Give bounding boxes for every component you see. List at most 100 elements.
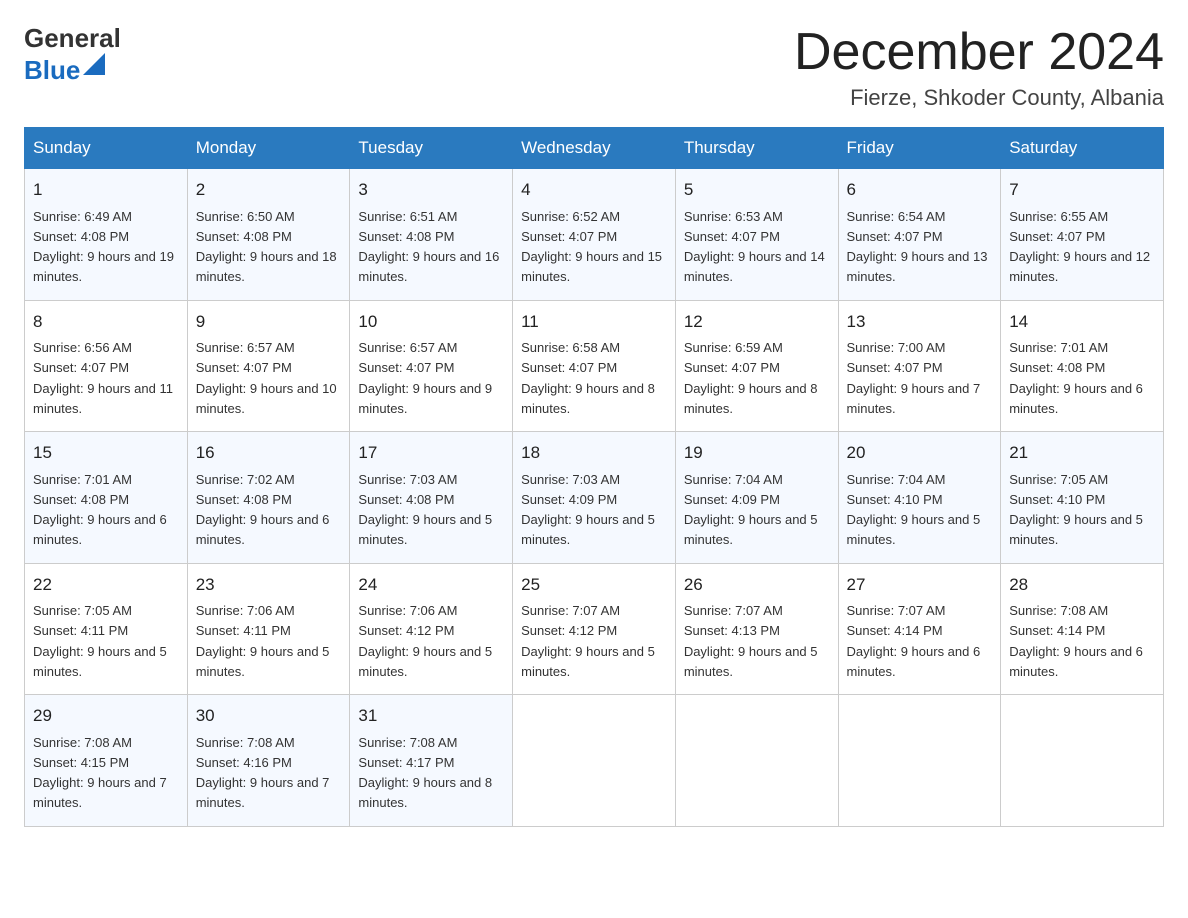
day-number: 5 [684, 177, 830, 203]
calendar-cell: 2Sunrise: 6:50 AMSunset: 4:08 PMDaylight… [187, 169, 350, 301]
day-number: 15 [33, 440, 179, 466]
calendar-cell: 31Sunrise: 7:08 AMSunset: 4:17 PMDayligh… [350, 695, 513, 827]
day-number: 9 [196, 309, 342, 335]
day-number: 3 [358, 177, 504, 203]
day-info: Sunrise: 7:05 AMSunset: 4:10 PMDaylight:… [1009, 472, 1143, 548]
day-number: 17 [358, 440, 504, 466]
day-number: 26 [684, 572, 830, 598]
day-info: Sunrise: 7:08 AMSunset: 4:17 PMDaylight:… [358, 735, 492, 811]
calendar-cell: 27Sunrise: 7:07 AMSunset: 4:14 PMDayligh… [838, 563, 1001, 695]
calendar-cell: 13 Sunrise: 7:00 AMSunset: 4:07 PMDayligh… [838, 300, 1001, 432]
logo-text: General Blue [24, 24, 121, 84]
calendar-cell [513, 695, 676, 827]
day-number: 16 [196, 440, 342, 466]
day-info: Sunrise: 7:01 AMSunset: 4:08 PMDaylight:… [33, 472, 167, 548]
weekday-header-sunday: Sunday [25, 128, 188, 169]
weekday-header-thursday: Thursday [675, 128, 838, 169]
calendar-cell: 17 Sunrise: 7:03 AMSunset: 4:08 PMDayligh… [350, 432, 513, 564]
day-info: Sunrise: 7:07 AMSunset: 4:14 PMDaylight:… [847, 603, 981, 679]
day-number: 28 [1009, 572, 1155, 598]
calendar-cell: 1 Sunrise: 6:49 AMSunset: 4:08 PMDaylight… [25, 169, 188, 301]
calendar-cell: 3Sunrise: 6:51 AMSunset: 4:08 PMDaylight… [350, 169, 513, 301]
day-info: Sunrise: 7:08 AMSunset: 4:14 PMDaylight:… [1009, 603, 1143, 679]
weekday-header-wednesday: Wednesday [513, 128, 676, 169]
page-header: General Blue December 2024 Fierze, Shkod… [24, 24, 1164, 111]
day-number: 22 [33, 572, 179, 598]
day-number: 10 [358, 309, 504, 335]
day-info: Sunrise: 6:53 AMSunset: 4:07 PMDaylight:… [684, 209, 825, 285]
calendar-cell: 12Sunrise: 6:59 AMSunset: 4:07 PMDayligh… [675, 300, 838, 432]
calendar-cell: 10 Sunrise: 6:57 AMSunset: 4:07 PMDayligh… [350, 300, 513, 432]
title-block: December 2024 Fierze, Shkoder County, Al… [794, 24, 1164, 111]
calendar-week-row: 15 Sunrise: 7:01 AMSunset: 4:08 PMDayligh… [25, 432, 1164, 564]
calendar-cell: 26 Sunrise: 7:07 AMSunset: 4:13 PMDayligh… [675, 563, 838, 695]
calendar-cell: 22 Sunrise: 7:05 AMSunset: 4:11 PMDayligh… [25, 563, 188, 695]
day-number: 19 [684, 440, 830, 466]
day-info: Sunrise: 7:03 AMSunset: 4:09 PMDaylight:… [521, 472, 655, 548]
day-info: Sunrise: 7:07 AMSunset: 4:12 PMDaylight:… [521, 603, 655, 679]
month-title: December 2024 [794, 24, 1164, 81]
day-info: Sunrise: 6:55 AMSunset: 4:07 PMDaylight:… [1009, 209, 1150, 285]
calendar-week-row: 29 Sunrise: 7:08 AMSunset: 4:15 PMDayligh… [25, 695, 1164, 827]
day-info: Sunrise: 7:01 AMSunset: 4:08 PMDaylight:… [1009, 340, 1143, 416]
calendar-cell: 28 Sunrise: 7:08 AMSunset: 4:14 PMDayligh… [1001, 563, 1164, 695]
day-number: 25 [521, 572, 667, 598]
calendar-cell [675, 695, 838, 827]
day-number: 1 [33, 177, 179, 203]
day-number: 29 [33, 703, 179, 729]
calendar-cell [838, 695, 1001, 827]
day-number: 2 [196, 177, 342, 203]
day-info: Sunrise: 7:08 AMSunset: 4:15 PMDaylight:… [33, 735, 167, 811]
location-subtitle: Fierze, Shkoder County, Albania [794, 85, 1164, 111]
calendar-cell: 30 Sunrise: 7:08 AMSunset: 4:16 PMDayligh… [187, 695, 350, 827]
logo-blue-text: Blue [24, 56, 80, 85]
calendar-cell: 6 Sunrise: 6:54 AMSunset: 4:07 PMDaylight… [838, 169, 1001, 301]
logo: General Blue [24, 24, 121, 84]
weekday-row: SundayMondayTuesdayWednesdayThursdayFrid… [25, 128, 1164, 169]
day-number: 24 [358, 572, 504, 598]
day-info: Sunrise: 6:57 AMSunset: 4:07 PMDaylight:… [196, 340, 337, 416]
calendar-table: SundayMondayTuesdayWednesdayThursdayFrid… [24, 127, 1164, 827]
day-number: 23 [196, 572, 342, 598]
day-info: Sunrise: 7:00 AMSunset: 4:07 PMDaylight:… [847, 340, 981, 416]
calendar-cell: 29 Sunrise: 7:08 AMSunset: 4:15 PMDayligh… [25, 695, 188, 827]
day-info: Sunrise: 7:07 AMSunset: 4:13 PMDaylight:… [684, 603, 818, 679]
weekday-header-tuesday: Tuesday [350, 128, 513, 169]
calendar-week-row: 8 Sunrise: 6:56 AMSunset: 4:07 PMDaylight… [25, 300, 1164, 432]
calendar-cell: 14Sunrise: 7:01 AMSunset: 4:08 PMDayligh… [1001, 300, 1164, 432]
calendar-cell: 19 Sunrise: 7:04 AMSunset: 4:09 PMDayligh… [675, 432, 838, 564]
day-number: 21 [1009, 440, 1155, 466]
calendar-cell: 5 Sunrise: 6:53 AMSunset: 4:07 PMDaylight… [675, 169, 838, 301]
weekday-header-saturday: Saturday [1001, 128, 1164, 169]
calendar-cell [1001, 695, 1164, 827]
weekday-header-friday: Friday [838, 128, 1001, 169]
day-info: Sunrise: 6:58 AMSunset: 4:07 PMDaylight:… [521, 340, 655, 416]
day-info: Sunrise: 7:04 AMSunset: 4:10 PMDaylight:… [847, 472, 981, 548]
weekday-header-monday: Monday [187, 128, 350, 169]
day-number: 13 [847, 309, 993, 335]
day-info: Sunrise: 7:03 AMSunset: 4:08 PMDaylight:… [358, 472, 492, 548]
day-info: Sunrise: 7:05 AMSunset: 4:11 PMDaylight:… [33, 603, 167, 679]
day-info: Sunrise: 6:54 AMSunset: 4:07 PMDaylight:… [847, 209, 988, 285]
logo-triangle-icon [83, 53, 105, 75]
day-info: Sunrise: 6:57 AMSunset: 4:07 PMDaylight:… [358, 340, 492, 416]
day-info: Sunrise: 7:06 AMSunset: 4:11 PMDaylight:… [196, 603, 330, 679]
day-number: 30 [196, 703, 342, 729]
day-number: 11 [521, 309, 667, 335]
calendar-cell: 7Sunrise: 6:55 AMSunset: 4:07 PMDaylight… [1001, 169, 1164, 301]
logo-general-text: General [24, 24, 121, 53]
day-info: Sunrise: 7:08 AMSunset: 4:16 PMDaylight:… [196, 735, 330, 811]
calendar-cell: 23 Sunrise: 7:06 AMSunset: 4:11 PMDayligh… [187, 563, 350, 695]
day-info: Sunrise: 6:49 AMSunset: 4:08 PMDaylight:… [33, 209, 174, 285]
calendar-cell: 15 Sunrise: 7:01 AMSunset: 4:08 PMDayligh… [25, 432, 188, 564]
calendar-cell: 24Sunrise: 7:06 AMSunset: 4:12 PMDayligh… [350, 563, 513, 695]
day-number: 20 [847, 440, 993, 466]
day-info: Sunrise: 7:04 AMSunset: 4:09 PMDaylight:… [684, 472, 818, 548]
day-number: 6 [847, 177, 993, 203]
day-info: Sunrise: 6:56 AMSunset: 4:07 PMDaylight:… [33, 340, 173, 416]
calendar-cell: 21 Sunrise: 7:05 AMSunset: 4:10 PMDayligh… [1001, 432, 1164, 564]
calendar-cell: 9 Sunrise: 6:57 AMSunset: 4:07 PMDaylight… [187, 300, 350, 432]
day-number: 4 [521, 177, 667, 203]
calendar-cell: 8 Sunrise: 6:56 AMSunset: 4:07 PMDaylight… [25, 300, 188, 432]
day-number: 8 [33, 309, 179, 335]
